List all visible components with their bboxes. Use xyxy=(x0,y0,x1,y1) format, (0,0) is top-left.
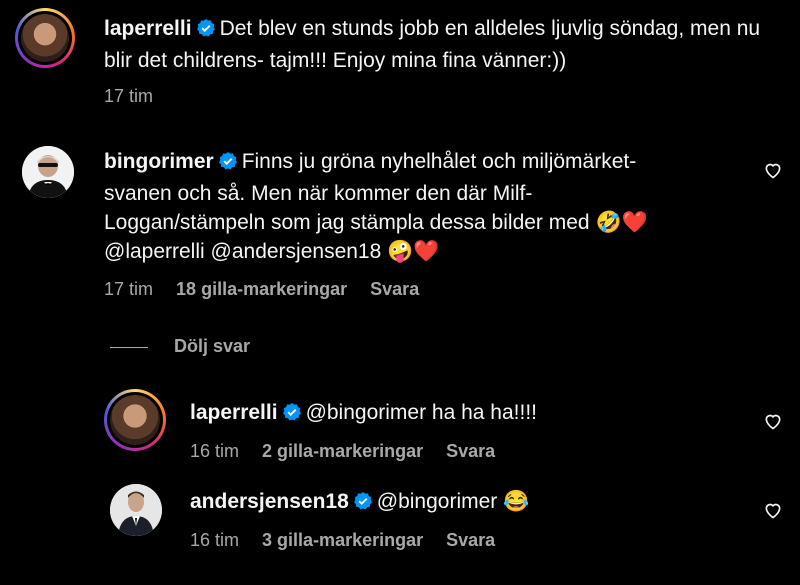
avatar-image xyxy=(22,146,74,198)
username[interactable]: bingorimer xyxy=(104,150,214,173)
username[interactable]: laperrelli xyxy=(104,17,192,40)
reply-text: laperrelli @bingorimer ha ha ha!!!! xyxy=(190,398,750,430)
comment-body-line: svanen och så. Men när kommer den där Mi… xyxy=(104,182,533,205)
hide-replies-label: Dölj svar xyxy=(174,336,251,356)
comment-text: laperrelli Det blev en stunds jobb en all… xyxy=(104,14,784,75)
verified-badge-icon xyxy=(353,490,373,519)
username[interactable]: laperrelli xyxy=(190,401,278,424)
reply-body: @bingorimer 😂 xyxy=(376,490,530,513)
reply-meta: 16 tim 3 gilla-markeringar Svara xyxy=(190,530,513,551)
timestamp: 16 tim xyxy=(190,441,240,461)
avatar-andersjensen18[interactable] xyxy=(110,484,162,536)
reply-button[interactable]: Svara xyxy=(446,441,495,461)
comment-meta: 17 tim xyxy=(104,86,171,107)
reply-text: andersjensen18 @bingorimer 😂 xyxy=(190,487,750,519)
comment-text: bingorimer Finns ju gröna nyhelhålet och … xyxy=(104,147,724,266)
timestamp: 17 tim xyxy=(104,279,154,299)
likes-count[interactable]: 2 gilla-markeringar xyxy=(262,441,423,461)
timestamp: 17 tim xyxy=(104,86,154,106)
comment-body-line: Loggan/stämpeln som jag stämpla dessa bi… xyxy=(104,211,648,234)
likes-count[interactable]: 3 gilla-markeringar xyxy=(262,530,423,550)
reply-body: @bingorimer ha ha ha!!!! xyxy=(305,401,538,424)
timestamp: 16 tim xyxy=(190,530,240,550)
avatar-bingorimer[interactable] xyxy=(22,146,74,198)
likes-count[interactable]: 18 gilla-markeringar xyxy=(176,279,347,299)
verified-badge-icon xyxy=(196,17,216,46)
divider-line xyxy=(110,346,148,348)
heart-icon[interactable] xyxy=(763,500,783,520)
avatar-laperrelli[interactable] xyxy=(15,8,75,68)
avatar-image xyxy=(110,484,162,536)
hide-replies-button[interactable]: Dölj svar xyxy=(110,336,250,357)
comment-body-line: Finns ju gröna nyhelhålet och miljömärke… xyxy=(241,150,637,173)
reply-meta: 16 tim 2 gilla-markeringar Svara xyxy=(190,441,513,462)
reply-button[interactable]: Svara xyxy=(446,530,495,550)
heart-icon[interactable] xyxy=(763,160,783,180)
reply-button[interactable]: Svara xyxy=(370,279,419,299)
verified-badge-icon xyxy=(218,150,238,179)
verified-badge-icon xyxy=(282,401,302,430)
username[interactable]: andersjensen18 xyxy=(190,490,349,513)
heart-icon[interactable] xyxy=(763,411,783,431)
comment-body-line: @laperrelli @andersjensen18 🤪❤️ xyxy=(104,240,440,263)
avatar-laperrelli[interactable] xyxy=(104,389,166,451)
comment-meta: 17 tim 18 gilla-markeringar Svara xyxy=(104,279,437,300)
